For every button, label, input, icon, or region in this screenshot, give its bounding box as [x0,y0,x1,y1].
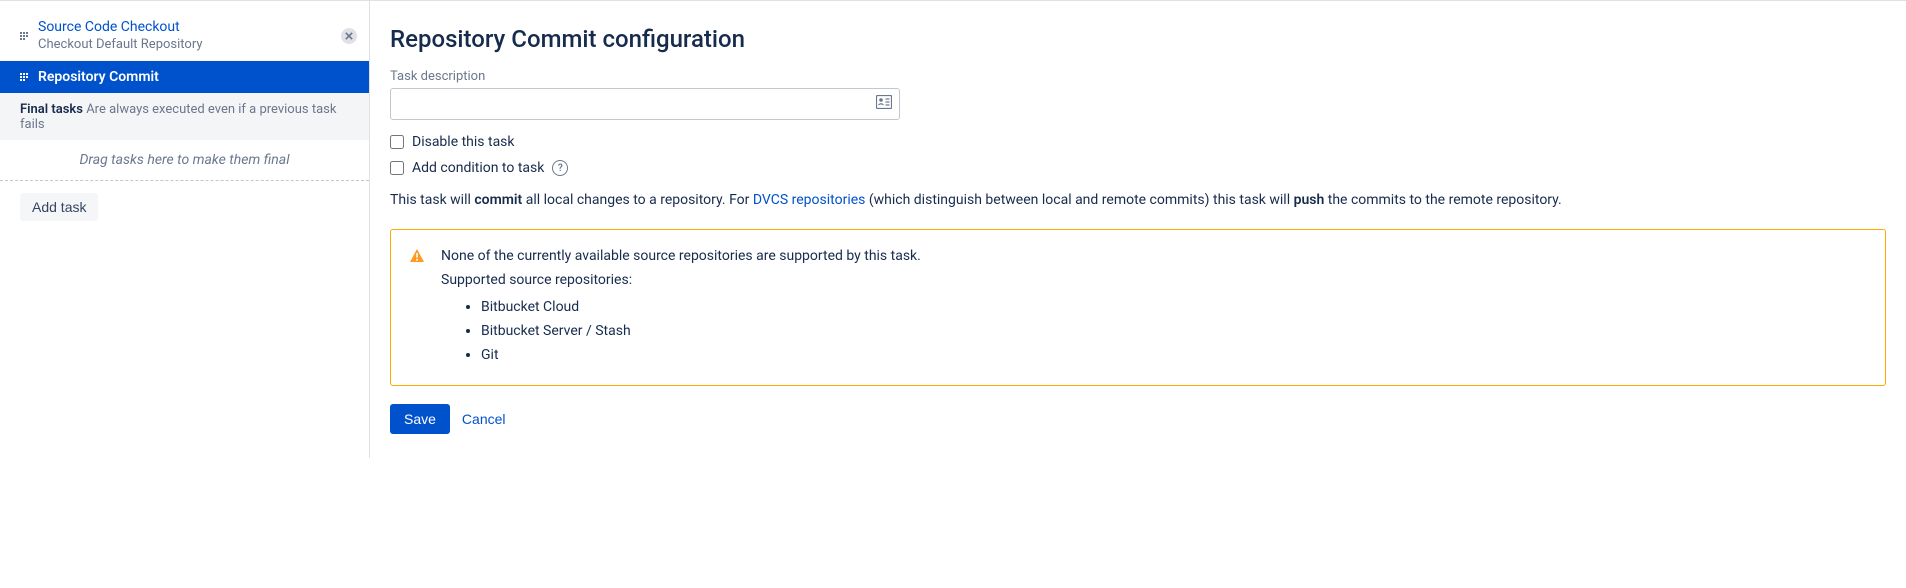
disable-task-checkbox[interactable] [390,135,404,149]
help-icon[interactable]: ? [552,160,568,176]
drag-handle-icon[interactable] [20,28,28,44]
save-button[interactable]: Save [390,404,450,434]
task-item-source-code-checkout[interactable]: Source Code Checkout Checkout Default Re… [0,11,369,61]
drag-handle-icon[interactable] [20,69,28,85]
id-card-icon [876,95,892,113]
warning-icon [409,248,425,268]
final-tasks-header: Final tasks Are always executed even if … [0,94,369,140]
final-tasks-label: Final tasks [20,102,83,117]
supported-repo-item: Git [481,344,1865,368]
task-description-label: Task description [390,69,1886,84]
task-description-input[interactable] [390,88,900,120]
task-description-text: This task will commit all local changes … [390,190,1886,211]
add-condition-label[interactable]: Add condition to task [412,160,544,176]
task-title: Repository Commit [38,69,357,85]
task-title: Source Code Checkout [38,19,341,35]
final-tasks-drop-zone[interactable]: Drag tasks here to make them final [0,140,369,181]
disable-task-label[interactable]: Disable this task [412,134,515,150]
add-condition-checkbox[interactable] [390,161,404,175]
supported-repo-item: Bitbucket Cloud [481,296,1865,320]
add-task-button[interactable]: Add task [20,193,98,221]
task-subtitle: Checkout Default Repository [38,37,341,52]
warning-line1: None of the currently available source r… [441,248,1865,264]
close-icon[interactable] [341,28,357,44]
cancel-button[interactable]: Cancel [462,411,506,427]
dvcs-link[interactable]: DVCS repositories [753,192,866,208]
task-sidebar: Source Code Checkout Checkout Default Re… [0,1,370,458]
supported-repo-item: Bitbucket Server / Stash [481,320,1865,344]
config-panel: Repository Commit configuration Task des… [370,1,1906,458]
page-title: Repository Commit configuration [390,25,1886,53]
warning-panel: None of the currently available source r… [390,229,1886,386]
task-item-repository-commit[interactable]: Repository Commit [0,61,369,94]
warning-line2: Supported source repositories: [441,272,1865,288]
